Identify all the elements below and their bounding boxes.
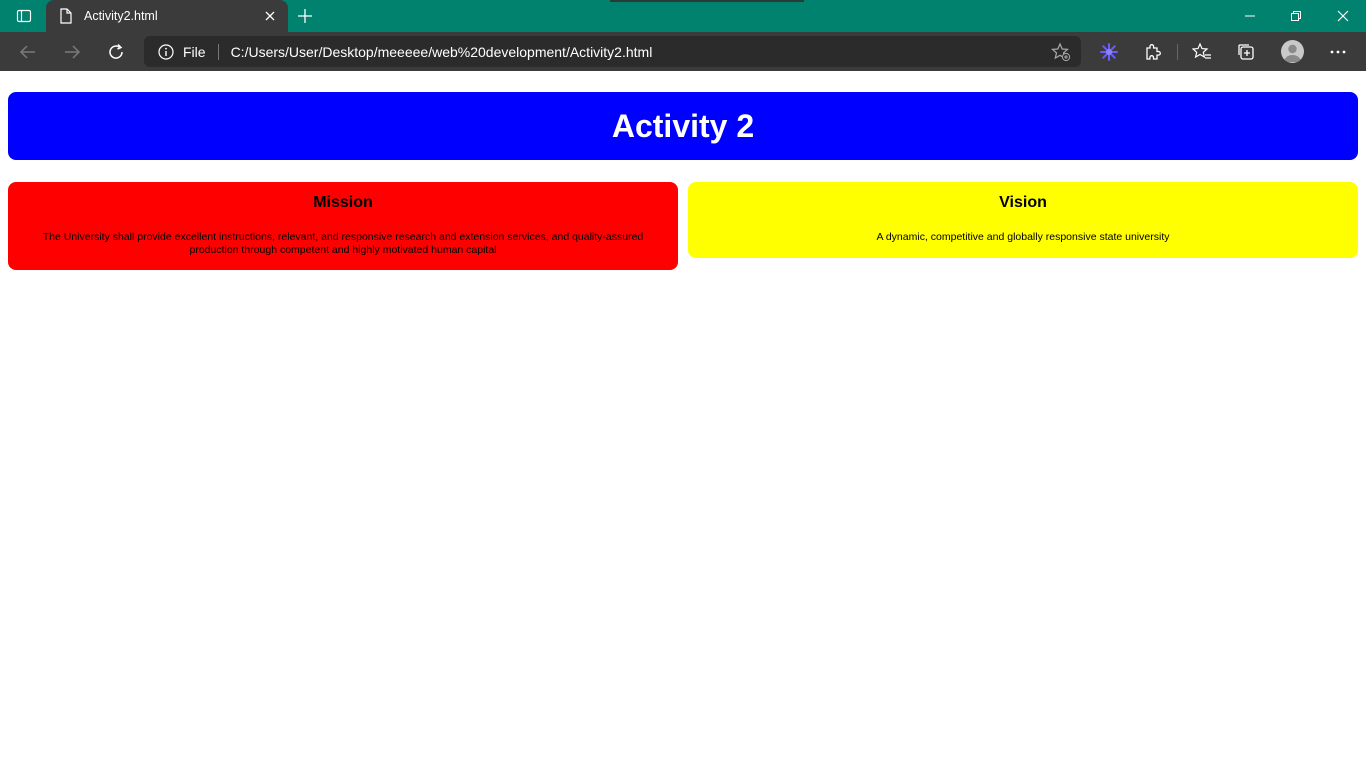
tab-title: Activity2.html: [84, 9, 158, 23]
vision-heading: Vision: [999, 194, 1047, 211]
new-tab-icon[interactable]: [294, 6, 316, 26]
add-favorite-icon[interactable]: [1051, 42, 1071, 62]
profile-avatar[interactable]: [1281, 40, 1304, 63]
address-separator: [217, 43, 219, 60]
drag-indicator: [610, 0, 804, 2]
tab-actions-icon[interactable]: [10, 6, 38, 26]
tab-close-icon[interactable]: [262, 8, 278, 24]
page-icon: [58, 8, 74, 24]
restore-icon[interactable]: [1273, 0, 1319, 32]
collections-icon[interactable]: [1234, 40, 1258, 64]
active-tab[interactable]: Activity2.html: [46, 0, 288, 32]
vision-text: A dynamic, competitive and globally resp…: [876, 231, 1170, 243]
copilot-extension-icon[interactable]: [1097, 40, 1121, 64]
forward-icon[interactable]: [58, 38, 86, 66]
mission-heading: Mission: [313, 194, 373, 211]
favorites-icon[interactable]: [1190, 40, 1214, 64]
extensions-icon[interactable]: [1141, 40, 1165, 64]
refresh-icon[interactable]: [102, 38, 130, 66]
site-info-icon[interactable]: [157, 43, 175, 61]
page-header: Activity 2: [8, 92, 1358, 160]
url-text[interactable]: C:/Users/User/Desktop/meeeee/web%20devel…: [231, 44, 653, 60]
browser-toolbar: File C:/Users/User/Desktop/meeeee/web%20…: [0, 32, 1366, 71]
browser-titlebar: Activity2.html: [0, 0, 1366, 32]
address-bar[interactable]: File C:/Users/User/Desktop/meeeee/web%20…: [144, 36, 1081, 67]
toolbar-separator: [1177, 44, 1178, 60]
mission-text: The University shall provide excellent i…: [42, 231, 644, 256]
vision-card: Vision A dynamic, competitive and global…: [688, 182, 1358, 258]
scheme-label: File: [183, 43, 206, 60]
close-window-icon[interactable]: [1320, 0, 1366, 32]
minimize-icon[interactable]: [1227, 0, 1273, 32]
back-icon[interactable]: [14, 38, 42, 66]
mission-card: Mission The University shall provide exc…: [8, 182, 678, 270]
page-title: Activity 2: [611, 107, 755, 144]
more-options-icon[interactable]: [1326, 40, 1350, 64]
